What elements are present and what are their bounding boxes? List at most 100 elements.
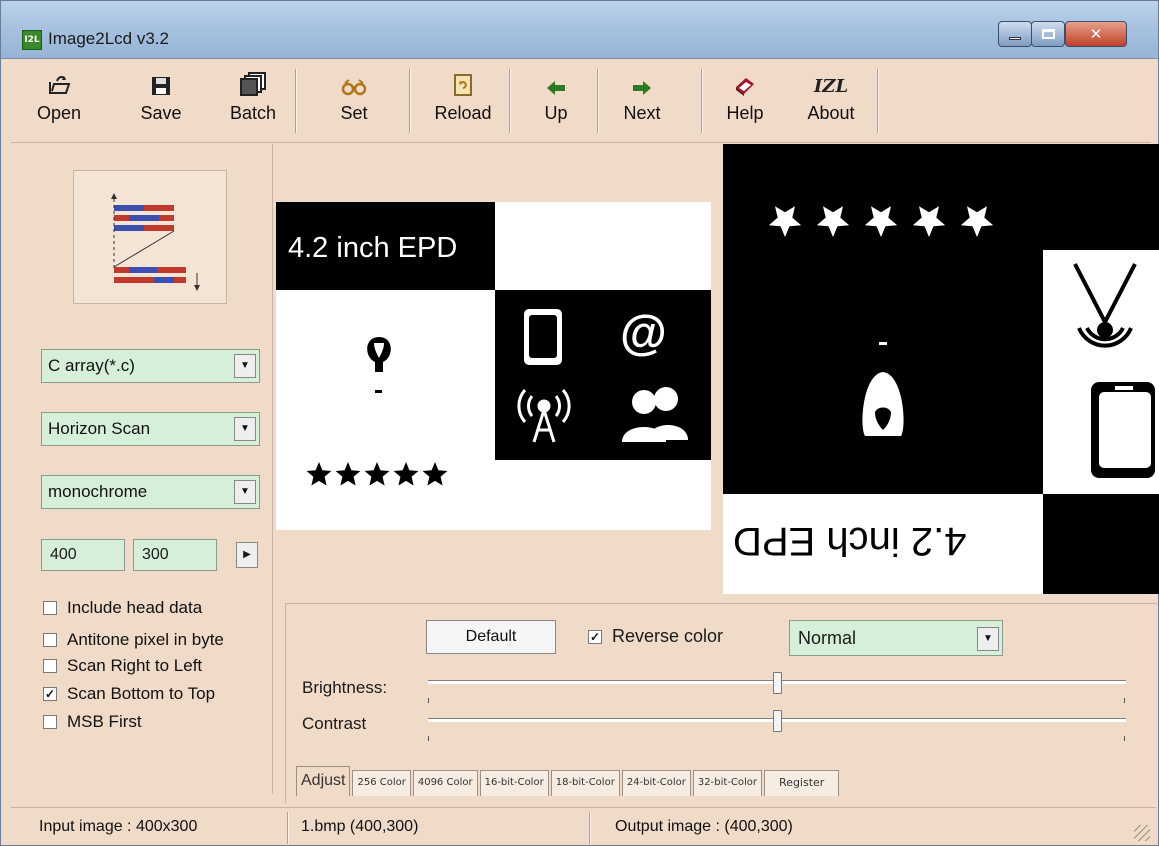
maximize-icon — [1041, 29, 1055, 39]
next-button[interactable]: Next — [611, 61, 673, 141]
help-button[interactable]: Help — [717, 61, 773, 141]
tab-32-bit-color[interactable]: 32-bit-Color — [692, 770, 763, 796]
star-icon — [768, 206, 802, 237]
app-logo-icon: I2L — [22, 30, 42, 50]
slider-tick — [1124, 736, 1125, 741]
mode-select[interactable]: Normal ▼ — [789, 620, 1003, 656]
input-image-preview: 4.2 inch EPD @ — [276, 144, 711, 594]
tab-24-bit-color[interactable]: 24-bit-Color — [621, 770, 691, 796]
open-label: Open — [36, 103, 82, 123]
floppy-disk-icon — [150, 61, 172, 97]
checkbox-label: Include head data — [67, 598, 203, 617]
next-label: Next — [623, 103, 661, 123]
help-book-icon — [733, 61, 757, 97]
chevron-down-icon[interactable]: ▼ — [234, 354, 256, 378]
batch-button[interactable]: Batch — [223, 61, 283, 141]
lightbulb-icon — [862, 342, 904, 436]
checkbox-label: Scan Right to Left — [67, 656, 203, 675]
tab-adjust[interactable]: Adjust — [296, 766, 351, 796]
width-input[interactable]: 400 — [41, 539, 125, 571]
checkbox-box[interactable] — [43, 659, 57, 673]
reload-button[interactable]: Reload — [424, 61, 502, 141]
toolbar-separator — [597, 69, 598, 133]
resize-grip-icon[interactable] — [1134, 825, 1150, 841]
minimize-button[interactable] — [998, 21, 1032, 47]
color-depth-value: monochrome — [48, 482, 148, 501]
reload-label: Reload — [434, 103, 492, 123]
antitone-pixel-checkbox[interactable]: Antitone pixel in byte — [43, 630, 224, 650]
phone-icon — [524, 309, 562, 365]
tab-256-color[interactable]: 256 Color — [352, 770, 411, 796]
checkbox-label: Antitone pixel in byte — [67, 630, 224, 649]
contrast-slider-thumb[interactable] — [773, 710, 782, 732]
color-depth-select[interactable]: monochrome ▼ — [41, 475, 260, 509]
scan-mode-select[interactable]: Horizon Scan ▼ — [41, 412, 260, 446]
scan-bottom-to-top-checkbox[interactable]: ✓ Scan Bottom to Top — [43, 684, 215, 704]
checkbox-box-checked[interactable]: ✓ — [588, 629, 602, 644]
checkbox-box-checked[interactable]: ✓ — [43, 687, 57, 701]
set-label: Set — [340, 103, 368, 123]
phone-icon — [1091, 382, 1155, 478]
output-image-preview: 4.2 inch EPD — [723, 144, 1159, 594]
mode-value: Normal — [798, 628, 857, 648]
chevron-right-icon: ▶ — [243, 549, 251, 560]
izl-logo-icon: IZL — [814, 61, 848, 97]
tab-16-bit-color[interactable]: 16-bit-Color — [479, 770, 549, 796]
scan-mode-value: Horizon Scan — [48, 419, 151, 438]
output-type-select[interactable]: C array(*.c) ▼ — [41, 349, 260, 383]
toolbar-separator — [409, 69, 410, 133]
toolbar-separator — [701, 69, 702, 133]
about-glyph-text: IZL — [813, 76, 849, 97]
tab-4096-color[interactable]: 4096 Color — [412, 770, 478, 796]
save-label: Save — [140, 103, 182, 123]
left-arrow-icon — [545, 61, 567, 97]
height-input[interactable]: 300 — [133, 539, 217, 571]
toolbar-separator — [509, 69, 510, 133]
save-button[interactable]: Save — [135, 61, 187, 141]
help-label: Help — [726, 103, 764, 123]
tab-18-bit-color[interactable]: 18-bit-Color — [550, 770, 620, 796]
reverse-color-label: Reverse color — [612, 626, 724, 646]
status-separator — [287, 812, 288, 844]
reverse-color-checkbox[interactable]: ✓ Reverse color — [588, 626, 723, 647]
chevron-down-icon[interactable]: ▼ — [234, 480, 256, 504]
rating-stars — [768, 206, 994, 237]
about-label: About — [807, 103, 855, 123]
close-button[interactable]: ✕ — [1065, 21, 1127, 47]
chevron-down-icon[interactable]: ▼ — [977, 627, 999, 651]
maximize-button[interactable] — [1031, 21, 1065, 47]
reload-icon — [452, 61, 474, 97]
up-label: Up — [544, 103, 568, 123]
input-image — [276, 202, 711, 530]
scan-right-to-left-checkbox[interactable]: Scan Right to Left — [43, 656, 202, 676]
tab-register[interactable]: Register — [764, 770, 840, 796]
window-title: Image2Lcd v3.2 — [48, 29, 169, 48]
open-folder-icon — [47, 61, 71, 97]
include-head-data-checkbox[interactable]: Include head data — [43, 598, 202, 618]
apply-size-button[interactable]: ▶ — [236, 542, 258, 568]
status-separator — [589, 812, 590, 844]
brightness-slider-thumb[interactable] — [773, 672, 782, 694]
checkbox-box[interactable] — [43, 715, 57, 729]
brightness-label: Brightness: — [302, 678, 388, 697]
star-icon — [864, 206, 898, 237]
slider-tick — [428, 698, 429, 703]
about-button[interactable]: IZL About — [799, 61, 863, 141]
star-icon — [816, 206, 850, 237]
chevron-down-icon[interactable]: ▼ — [234, 417, 256, 441]
adjust-panel: Default ✓ Reverse color Normal ▼ Brightn… — [285, 603, 1157, 803]
title-bar[interactable]: I2L Image2Lcd v3.2 ✕ — [1, 1, 1158, 59]
output-title-text: 4.2 inch EPD — [733, 519, 967, 563]
scan-order-diagram-icon — [111, 193, 200, 291]
up-button[interactable]: Up — [529, 61, 583, 141]
input-title-text: 4.2 inch EPD — [288, 232, 458, 264]
checkbox-label: MSB First — [67, 712, 142, 731]
set-button[interactable]: Set — [326, 61, 382, 141]
open-button[interactable]: Open — [33, 61, 85, 141]
slider-tick — [428, 736, 429, 741]
default-button[interactable]: Default — [426, 620, 556, 654]
output-image-status: Output image : (400,300) — [615, 818, 793, 835]
checkbox-box[interactable] — [43, 633, 57, 647]
checkbox-box[interactable] — [43, 601, 57, 615]
msb-first-checkbox[interactable]: MSB First — [43, 712, 142, 732]
